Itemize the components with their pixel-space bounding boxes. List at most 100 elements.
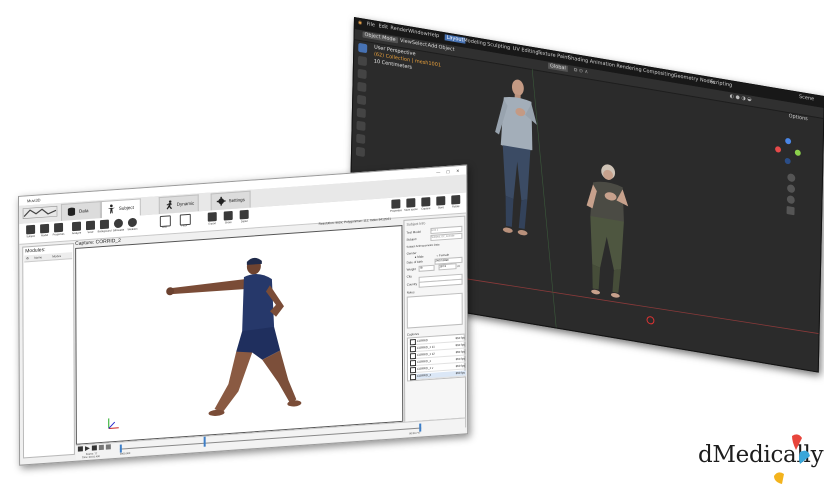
header-menu-select[interactable]: Select (412, 40, 427, 49)
modules-settings-icon[interactable]: ✿ (26, 256, 29, 260)
ribbon-floor-button[interactable]: Floor (179, 213, 191, 230)
orientation-dropdown[interactable]: Global (548, 62, 568, 72)
ribbon-detail-button[interactable]: Detail (239, 209, 250, 226)
ribbon-save-button[interactable]: Save (85, 220, 96, 237)
header-menu-add[interactable]: Add (428, 42, 438, 50)
gender-male-radio[interactable]: ● Male (415, 254, 424, 259)
play-icon[interactable] (85, 446, 90, 451)
workspace-tab-shading[interactable]: Shading (568, 55, 588, 64)
modules-column-modes[interactable]: Modes (52, 254, 61, 259)
male-body-model[interactable] (487, 73, 550, 253)
header-menu-object[interactable]: Object (438, 44, 454, 53)
action-properties-button[interactable]: Properties (390, 199, 402, 215)
capture-viewport[interactable] (75, 224, 404, 445)
camera-view-icon[interactable] (786, 194, 795, 205)
captures-list: CORRID 850 fps CORRID_1 k1 850 fps CORRID_… (406, 333, 466, 382)
save-icon (85, 220, 96, 231)
workspace-tab-texture-paint[interactable]: Texture Paint (537, 50, 569, 61)
subject-field[interactable]: Subject_02_Female (430, 232, 463, 242)
ribbon-analyze-button[interactable]: Analyze (71, 221, 82, 237)
subject-label: Subject (406, 236, 417, 242)
notes-textarea[interactable] (406, 292, 463, 329)
maximize-icon[interactable]: ▢ (446, 169, 450, 174)
ortho-grid-icon[interactable] (786, 205, 795, 216)
blender-logo-icon[interactable]: ◉ (358, 20, 362, 27)
time-label: Time: 00:01.400 (81, 455, 100, 460)
ribbon-background-button[interactable]: Background (98, 219, 111, 236)
close-icon[interactable]: ✕ (456, 168, 459, 173)
person-icon (107, 204, 115, 214)
capture-checkbox[interactable] (409, 352, 416, 360)
rotate-icon (451, 194, 461, 205)
timeline-playhead[interactable] (203, 436, 206, 447)
capture-app-window: Muvi3D — ▢ ✕ Data Subject Dynamic Settin… (18, 164, 469, 466)
action-rotate-button[interactable]: Rotate (450, 194, 461, 211)
workspace-tab-animation[interactable]: Animation (590, 59, 615, 69)
header-menu-view[interactable]: View (400, 38, 412, 46)
capture-checkbox[interactable] (409, 345, 416, 353)
loop-icon[interactable] (98, 444, 104, 451)
gizmo-z-icon[interactable] (785, 137, 792, 145)
subject-info-panel: Subject Info Test Model Unit 1 Subject S… (403, 215, 467, 432)
boxer-body-model[interactable] (166, 249, 306, 424)
subject-info-title: Subject Info (406, 221, 426, 227)
analyze-icon (72, 221, 82, 232)
pan-hand-icon[interactable] (787, 184, 796, 194)
background-icon (99, 219, 109, 230)
ribbon-share-button[interactable]: Share (223, 210, 234, 227)
gizmo-neg-z-icon[interactable] (784, 157, 791, 165)
3d-cursor-icon[interactable] (646, 315, 655, 325)
menu-file[interactable]: File (367, 21, 375, 28)
workspace-tab-scripting[interactable]: Scripting (710, 79, 732, 89)
city-label: City (406, 274, 412, 279)
step-back-icon[interactable] (77, 446, 83, 452)
workspace-tab-modeling[interactable]: Modeling (463, 37, 486, 47)
menu-window[interactable]: Window (408, 28, 428, 37)
record-icon[interactable] (105, 444, 111, 450)
scene-selector[interactable]: Scene (799, 94, 814, 103)
snap-icon[interactable]: ⧉ ⊙ ∧ (574, 67, 589, 75)
ribbon-export-button[interactable]: Export (207, 212, 218, 228)
menu-render[interactable]: Render (390, 25, 408, 34)
action-save-scene-button[interactable]: Save scene (404, 198, 418, 214)
modules-column-name[interactable]: Name (34, 255, 42, 260)
gizmo-y-icon[interactable] (794, 149, 801, 157)
weight-field[interactable]: 78 (418, 264, 435, 272)
gizmo-x-icon[interactable] (775, 145, 782, 153)
capture-checkbox[interactable] (409, 359, 416, 367)
action-capture-button[interactable]: Capture (420, 197, 431, 213)
shading-icons[interactable]: ◐ ● ◑ ◒ (730, 93, 752, 103)
menu-edit[interactable]: Edit (378, 23, 388, 31)
workspace-tab-rendering[interactable]: Rendering (616, 63, 641, 73)
skeleton-icon (127, 217, 137, 228)
step-forward-icon[interactable] (91, 445, 97, 451)
timeline-start-label: 0000.000 (119, 451, 131, 456)
workspace-tab-compositing[interactable]: Compositing (643, 68, 674, 79)
ribbon-properties-button[interactable]: Properties (53, 222, 64, 239)
female-body-model[interactable] (578, 158, 641, 318)
capture-checkbox[interactable] (409, 338, 416, 346)
test-model-label: Test Model (406, 229, 421, 235)
app-logo-icon (22, 205, 58, 219)
detail-icon (239, 209, 249, 220)
axis-triad-icon (108, 418, 119, 429)
ribbon-silhouette-button[interactable]: Silhouette (113, 218, 124, 235)
workspace-tab-sculpting[interactable]: Sculpting (487, 41, 510, 51)
menu-help[interactable]: Help (428, 31, 439, 39)
minimize-icon[interactable]: — (436, 169, 440, 174)
ribbon-subject-button[interactable]: Subject (25, 224, 36, 241)
zoom-icon[interactable] (787, 173, 796, 183)
ribbon-grid-button[interactable]: Grid (159, 215, 171, 231)
action-store-button[interactable]: Store (435, 196, 446, 212)
subject-icon (26, 224, 36, 235)
timeline-start-marker[interactable] (119, 444, 122, 453)
timeline-end-marker[interactable] (419, 423, 422, 432)
ribbon-skeleton-button[interactable]: Skeleton (127, 217, 138, 234)
ribbon-model-button[interactable]: Model (39, 223, 50, 240)
workspace-tab-uv-editing[interactable]: UV Editing (513, 46, 539, 56)
height-field[interactable]: 187.5 (438, 263, 457, 271)
workspace-tab-layout[interactable]: Layout (444, 34, 466, 44)
database-icon (67, 207, 76, 216)
capture-checkbox[interactable] (410, 373, 417, 381)
capture-checkbox[interactable] (410, 366, 417, 374)
